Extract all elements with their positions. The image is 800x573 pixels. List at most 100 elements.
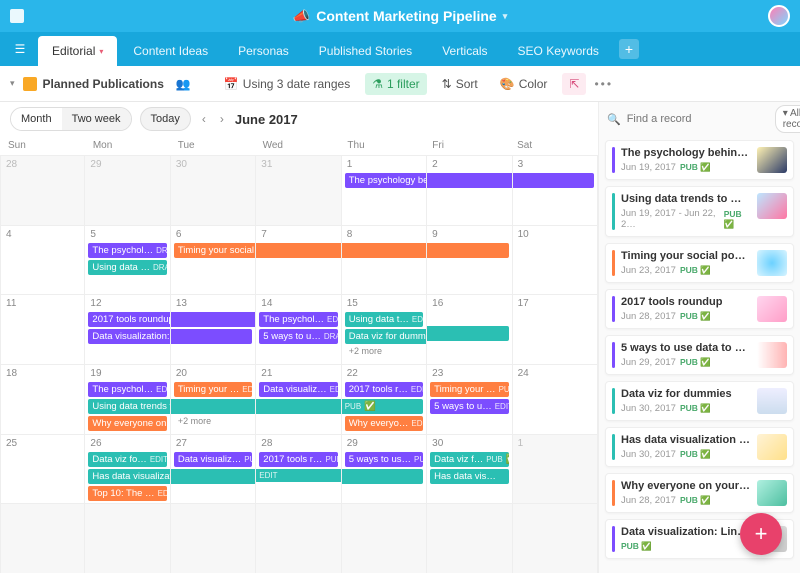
event[interactable]: Timing your social posts for success DRA… (174, 243, 256, 258)
record-card[interactable]: The psychology behind d…Jun 19, 2017 PUB… (605, 140, 794, 180)
record-card[interactable]: Data viz for dummiesJun 30, 2017 PUB ✅ (605, 381, 794, 421)
event[interactable]: Using data t… EDIT (345, 312, 423, 327)
view-scale-toggle: Month Two week (10, 107, 132, 131)
event[interactable]: Timing your … EDIT (174, 382, 252, 397)
card-meta: PUB ✅ (621, 541, 751, 552)
event[interactable]: Data visualization: Linking left brain &… (88, 329, 170, 344)
event[interactable]: Data visualiz… PUB ✅ (174, 452, 252, 467)
color-bar (612, 480, 615, 506)
more-events[interactable]: +2 more (174, 414, 252, 428)
event[interactable]: Data viz f… PUB ✅ (430, 452, 508, 467)
event[interactable]: Data viz for dummies DRAFT (345, 329, 427, 344)
more-options-button[interactable]: ••• (594, 77, 613, 91)
event[interactable]: The psychology behind data viz DRAFT ✏️ (345, 173, 427, 188)
event[interactable]: The psychol… DRAFT (88, 243, 166, 258)
event[interactable]: Has data visualization changed the busin… (88, 469, 170, 484)
event[interactable]: Top 10: The … EDIT (88, 486, 166, 501)
next-month-button[interactable]: › (217, 112, 227, 126)
card-title: 2017 tools roundup (621, 296, 751, 308)
event[interactable]: The psychol… EDIT (259, 312, 337, 327)
event[interactable]: Timing your … PUB ✅ (430, 382, 508, 397)
card-meta: Jun 28, 2017 PUB ✅ (621, 495, 751, 506)
event[interactable]: Using data trends to manage your merchan… (88, 399, 170, 414)
event[interactable]: Why everyo… EDIT (345, 416, 423, 431)
event[interactable]: PUB ✅ (342, 399, 423, 414)
card-thumbnail (757, 342, 787, 368)
card-meta: Jun 28, 2017 PUB ✅ (621, 311, 751, 322)
tab-verticals[interactable]: Verticals (428, 36, 501, 66)
event[interactable]: Using data … DRAFT (88, 260, 166, 275)
event[interactable]: Why everyone on your team need… DRAFT (88, 416, 166, 431)
card-thumbnail (757, 480, 787, 506)
calendar-grid: 28 29 30 31 1 The psychology behind data… (0, 155, 598, 573)
tab-seo-keywords[interactable]: SEO Keywords (504, 36, 613, 66)
tab-content-ideas[interactable]: Content Ideas (119, 36, 222, 66)
card-thumbnail (757, 388, 787, 414)
weekday-header: SunMonTueWedThuFriSat (0, 136, 598, 155)
add-tab-button[interactable]: + (619, 39, 639, 59)
card-meta: Jun 19, 2017 - Jun 22, 2… PUB ✅ (621, 208, 751, 230)
event[interactable]: 2017 tools r… EDIT (345, 382, 423, 397)
card-title: Data visualization: Linkin… (621, 526, 751, 538)
menu-icon[interactable]: ☰ (8, 37, 32, 61)
event[interactable]: 5 ways to u… EDIT (430, 399, 508, 414)
collaborators-icon[interactable]: 👥 (176, 77, 191, 91)
event[interactable]: Data visualiz… EDIT (259, 382, 337, 397)
color-bar (612, 296, 615, 322)
event[interactable]: 5 ways to us… PUB ✅ (345, 452, 423, 467)
more-events[interactable]: +2 more (345, 344, 423, 358)
record-card[interactable]: 5 ways to use data to sell…Jun 29, 2017 … (605, 335, 794, 375)
card-meta: Jun 23, 2017 PUB ✅ (621, 265, 751, 276)
search-input[interactable] (627, 113, 769, 125)
share-button[interactable]: ⇱ (562, 73, 586, 95)
base-title[interactable]: 📣 Content Marketing Pipeline ▾ (293, 8, 507, 25)
card-title: Has data visualization ch… (621, 434, 751, 446)
card-title: Using data trends to man… (621, 193, 751, 205)
record-card[interactable]: Using data trends to man… Jun 19, 2017 - … (605, 186, 794, 237)
card-title: The psychology behind d… (621, 147, 751, 159)
card-thumbnail (757, 250, 787, 276)
color-bar (612, 193, 615, 230)
card-title: Data viz for dummies (621, 388, 751, 400)
record-card[interactable]: Timing your social posts … Jun 23, 2017 P… (605, 243, 794, 283)
record-card[interactable]: Why everyone on your te… Jun 28, 2017 PUB… (605, 473, 794, 513)
filter-button[interactable]: ⚗1 filter (365, 73, 426, 95)
card-meta: Jun 30, 2017 PUB ✅ (621, 449, 751, 460)
expand-views-icon[interactable]: ▾ (10, 78, 15, 89)
view-toolbar: ▾ Planned Publications 👥 📅 Using 3 date … (0, 66, 800, 102)
event[interactable]: Has data vis… (430, 469, 508, 484)
table-tabs: ☰ Editorial▾ Content Ideas Personas Publ… (0, 32, 800, 66)
record-card[interactable]: Has data visualization ch… Jun 30, 2017 P… (605, 427, 794, 467)
card-thumbnail (757, 434, 787, 460)
card-title: Why everyone on your te… (621, 480, 751, 492)
event[interactable]: 2017 tools r… PUB ✅ (259, 452, 337, 467)
view-name[interactable]: Planned Publications (23, 77, 164, 91)
event[interactable]: 5 ways to u… DRAFT (259, 329, 337, 344)
today-button[interactable]: Today (140, 107, 191, 131)
card-title: Timing your social posts … (621, 250, 751, 262)
event[interactable]: 2017 tools roundup DRAFT ✏️ (88, 312, 170, 327)
scale-two-week[interactable]: Two week (62, 108, 131, 130)
base-title-text: Content Marketing Pipeline (316, 8, 496, 24)
filter-icon: ⚗ (372, 77, 383, 91)
event[interactable]: Data viz fo… EDIT (88, 452, 166, 467)
tab-published-stories[interactable]: Published Stories (305, 36, 426, 66)
date-ranges-button[interactable]: 📅 Using 3 date ranges (217, 73, 357, 95)
record-card-list: The psychology behind d…Jun 19, 2017 PUB… (599, 136, 800, 573)
color-bar (612, 250, 615, 276)
app-logo-icon[interactable] (10, 9, 24, 23)
add-record-fab[interactable]: + (740, 513, 782, 555)
color-bar (612, 388, 615, 414)
flag-icon: 📣 (293, 8, 310, 25)
tab-personas[interactable]: Personas (224, 36, 303, 66)
scale-month[interactable]: Month (11, 108, 62, 130)
event[interactable]: The psychol… EDIT (88, 382, 166, 397)
tab-editorial[interactable]: Editorial▾ (38, 36, 117, 66)
sort-button[interactable]: ⇅ Sort (435, 73, 485, 95)
prev-month-button[interactable]: ‹ (199, 112, 209, 126)
user-avatar[interactable] (768, 5, 790, 27)
color-button[interactable]: 🎨 Color (493, 73, 555, 95)
records-filter-pill[interactable]: ▾ All records (775, 105, 800, 133)
record-card[interactable]: 2017 tools roundup Jun 28, 2017 PUB ✅ (605, 289, 794, 329)
record-sidebar: 🔍 ▾ All records ✕ The psychology behind … (598, 102, 800, 573)
